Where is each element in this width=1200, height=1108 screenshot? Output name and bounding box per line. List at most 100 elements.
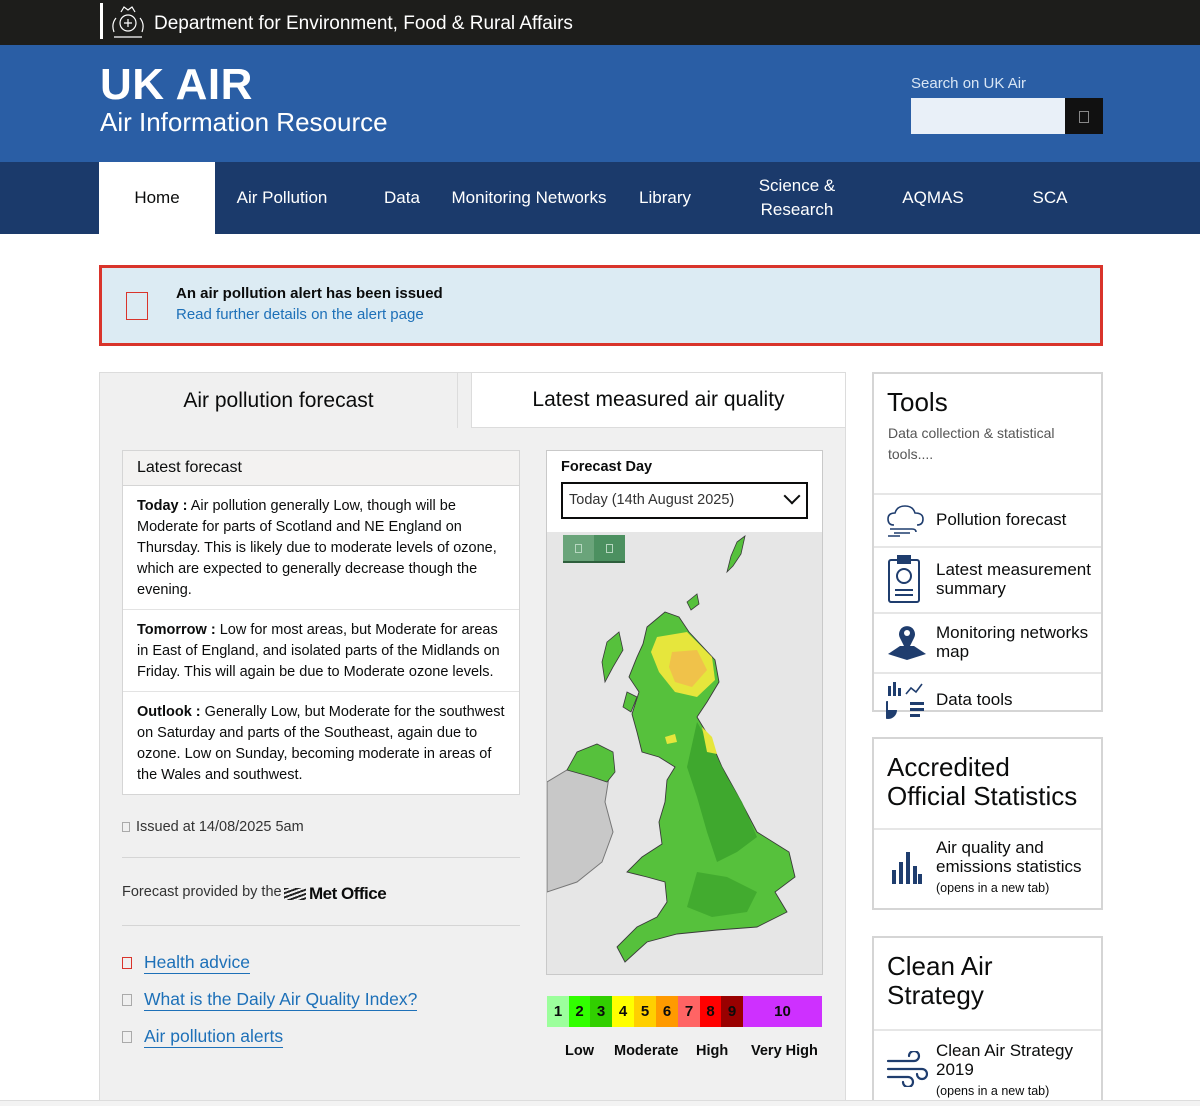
chevron-down-icon: [783, 487, 801, 505]
nav-air-pollution[interactable]: Air Pollution: [222, 162, 342, 234]
clock-icon: [122, 822, 130, 832]
forecast-today: Today : Air pollution generally Low, tho…: [123, 486, 519, 610]
tool-label: Data tools: [936, 690, 1013, 709]
forecast-day-label: Forecast Day: [561, 459, 653, 475]
forecast-day-label: Tomorrow :: [137, 622, 216, 638]
label-low: Low: [565, 1043, 594, 1059]
daqi-scale: 1 2 3 4 5 6 7 8 9 10: [547, 996, 822, 1027]
tool-latest-measurement[interactable]: Latest measurement summary: [874, 546, 1101, 612]
issued-text: Issued at 14/08/2025 5am: [136, 819, 304, 835]
issued-timestamp: Issued at 14/08/2025 5am: [122, 819, 304, 835]
daqi-band-10: 10: [743, 996, 822, 1027]
tool-label: Latest measurement summary: [936, 560, 1091, 598]
alert-details-link[interactable]: Read further details on the alert page: [176, 306, 424, 323]
met-office-icon: [284, 888, 306, 900]
health-icon: [122, 957, 132, 969]
forecast-outlook: Outlook : Generally Low, but Moderate fo…: [123, 692, 519, 796]
accredited-link[interactable]: Air quality and emissions statistics (ope…: [874, 828, 1101, 908]
daqi-band-9: 9: [721, 996, 743, 1027]
alert-icon: [122, 1031, 132, 1043]
clean-air-label: Clean Air Strategy 2019 (opens in a new t…: [936, 1041, 1096, 1101]
tool-label: Monitoring networks map: [936, 623, 1089, 661]
accredited-label: Air quality and emissions statistics (ope…: [936, 838, 1096, 898]
pollution-alert-banner: An air pollution alert has been issued R…: [99, 265, 1103, 346]
nav-library[interactable]: Library: [628, 162, 702, 234]
forecast-day-label: Today :: [137, 498, 188, 514]
label-high: High: [696, 1043, 729, 1059]
health-advice-link[interactable]: Health advice: [122, 952, 417, 989]
nav-aqmas[interactable]: AQMAS: [893, 162, 973, 234]
tab-air-pollution-forecast[interactable]: Air pollution forecast: [99, 372, 458, 428]
info-links: Health advice What is the Daily Air Qual…: [122, 952, 418, 1063]
zoom-in-icon: [575, 544, 582, 553]
search-input[interactable]: [911, 98, 1065, 134]
opens-new-tab-note: (opens in a new tab): [936, 1084, 1050, 1098]
link-label: Clean Air Strategy 2019: [936, 1041, 1074, 1079]
crest-divider: [100, 3, 103, 39]
met-office-logo[interactable]: Met Office: [284, 884, 387, 904]
forecast-provider-label: Forecast provided by the: [122, 884, 282, 900]
nav-home[interactable]: Home: [99, 162, 215, 234]
tool-monitoring-map[interactable]: Monitoring networks map: [874, 612, 1101, 672]
zoom-out-icon: [606, 544, 613, 553]
site-header: UK AIR Air Information Resource Search o…: [0, 45, 1200, 162]
accredited-statistics-card: Accredited Official Statistics Air quali…: [872, 737, 1103, 910]
site-title[interactable]: UK AIR: [100, 60, 253, 110]
forecast-tomorrow: Tomorrow : Low for most areas, but Moder…: [123, 610, 519, 692]
nav-sca[interactable]: SCA: [1020, 162, 1080, 234]
map-pin-icon: [888, 626, 926, 660]
daqi-scale-labels: Low Moderate High Very High: [547, 1043, 822, 1063]
forecast-text: Air pollution generally Low, though will…: [137, 498, 497, 598]
forecast-day-select[interactable]: Today (14th August 2025): [561, 482, 808, 519]
search-button[interactable]: [1065, 98, 1103, 134]
main-nav: Home Air Pollution Data Monitoring Netwo…: [0, 162, 1200, 234]
nav-monitoring-networks[interactable]: Monitoring Networks: [450, 162, 608, 234]
alert-icon: [126, 292, 148, 320]
charts-icon: [886, 682, 924, 719]
daqi-band-6: 6: [656, 996, 678, 1027]
clipboard-icon: [888, 555, 920, 603]
royal-crest-icon[interactable]: [108, 4, 148, 40]
opens-new-tab-note: (opens in a new tab): [936, 881, 1050, 895]
alert-title: An air pollution alert has been issued: [176, 285, 443, 302]
clean-air-title: Clean Air Strategy: [887, 951, 993, 1010]
wind-icon: [886, 1051, 928, 1087]
zoom-out-button[interactable]: [594, 535, 625, 563]
search-icon: [1079, 111, 1089, 123]
accredited-title: Accredited Official Statistics: [887, 752, 1078, 811]
cloud-wind-icon: [887, 505, 924, 537]
selected-day: Today (14th August 2025): [569, 492, 735, 508]
link-label: Air quality and emissions statistics: [936, 838, 1082, 876]
tools-card: Tools Data collection & statistical tool…: [872, 372, 1103, 719]
clean-air-strategy-card: Clean Air Strategy Clean Air Strategy 20…: [872, 936, 1103, 1106]
daqi-band-1: 1: [547, 996, 569, 1027]
link-label: What is the Daily Air Quality Index?: [144, 989, 418, 1011]
tools-description: Data collection & statistical tools....: [888, 425, 1055, 462]
forecast-day-label: Outlook :: [137, 704, 201, 720]
uk-forecast-map[interactable]: [547, 532, 822, 974]
map-zoom-controls: [563, 535, 625, 565]
divider: [122, 857, 520, 858]
daqi-band-5: 5: [634, 996, 656, 1027]
zoom-in-button[interactable]: [563, 535, 594, 563]
tool-label: Pollution forecast: [936, 510, 1067, 529]
label-very-high: Very High: [751, 1043, 818, 1059]
site-subtitle[interactable]: Air Information Resource: [100, 107, 388, 138]
link-label: Air pollution alerts: [144, 1026, 284, 1048]
bar-chart-icon: [892, 852, 922, 884]
tool-pollution-forecast[interactable]: Pollution forecast: [874, 493, 1101, 546]
tool-data-tools[interactable]: Data tools: [874, 672, 1101, 726]
label-moderate: Moderate: [614, 1043, 679, 1059]
met-office-name: Met Office: [309, 884, 387, 903]
daqi-band-8: 8: [700, 996, 721, 1027]
daqi-link[interactable]: What is the Daily Air Quality Index?: [122, 989, 418, 1026]
department-name[interactable]: Department for Environment, Food & Rural…: [154, 13, 573, 35]
alerts-link[interactable]: Air pollution alerts: [122, 1026, 417, 1063]
tab-latest-measured-air-quality[interactable]: Latest measured air quality: [471, 372, 846, 428]
daqi-band-4: 4: [612, 996, 634, 1027]
nav-data[interactable]: Data: [370, 162, 434, 234]
divider: [122, 925, 520, 926]
nav-science-research[interactable]: Science & Research: [745, 162, 849, 234]
clean-air-link[interactable]: Clean Air Strategy 2019 (opens in a new t…: [874, 1029, 1101, 1108]
info-icon: [122, 994, 132, 1006]
